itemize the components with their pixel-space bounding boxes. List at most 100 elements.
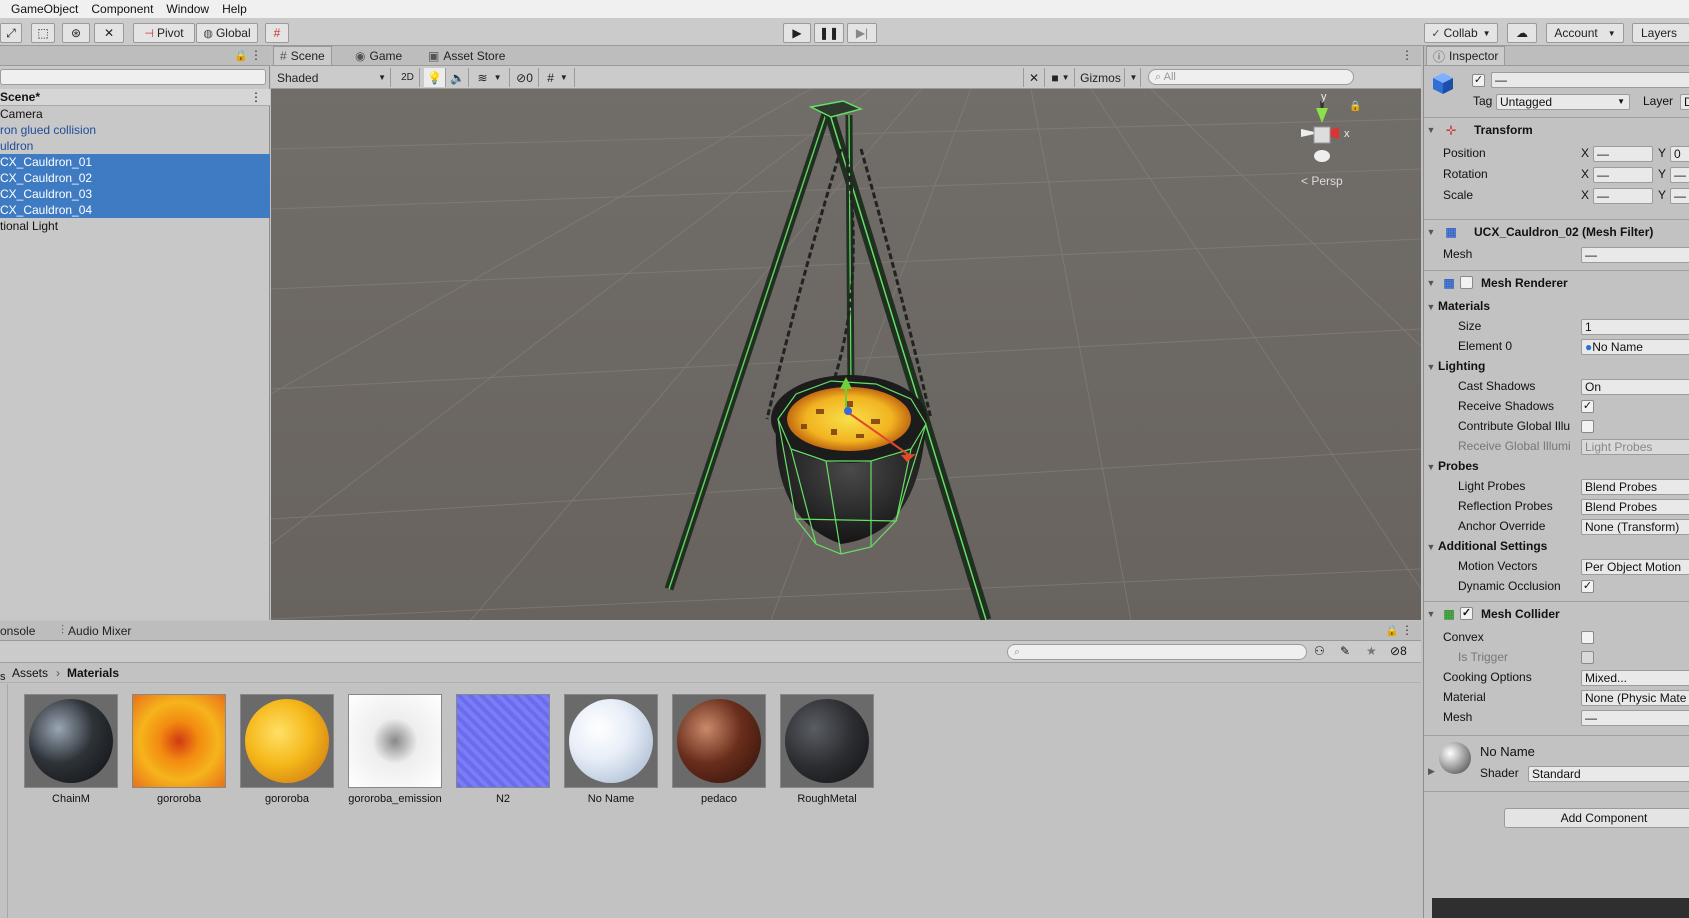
transform-x-field[interactable]: — [1593,188,1653,204]
filter-label-icon[interactable]: ✎ [1340,644,1350,658]
lighting-foldout[interactable]: ▼ Lighting [1424,357,1689,376]
step-button[interactable]: ▶| [847,23,877,43]
scene-menu-icon[interactable]: ⋮ [250,89,262,106]
cast-shadows-dropdown[interactable]: On [1581,379,1689,395]
element0-field[interactable]: ●No Name [1581,339,1689,355]
scene-search-input[interactable]: ⌕ All [1148,69,1354,85]
gizmos-dropdown[interactable]: Gizmos [1077,68,1125,87]
2d-toggle[interactable]: 2D [396,68,420,87]
transform-x-field[interactable]: — [1593,167,1653,183]
asset-item[interactable]: N2 [455,694,551,805]
custom-tool-button[interactable]: ✕ [94,23,124,43]
transform-y-field[interactable]: — [1670,167,1689,183]
transform-x-field[interactable]: — [1593,146,1653,162]
dynamic-occlusion-checkbox[interactable]: ✓ [1581,580,1594,593]
hierarchy-item[interactable]: Camera [0,106,270,122]
receive-shadows-checkbox[interactable]: ✓ [1581,400,1594,413]
tab-inspector[interactable]: ⓘ Inspector [1426,46,1506,65]
breadcrumb-assets[interactable]: Assets [12,666,48,680]
tab-console[interactable]: onsole [0,621,41,640]
collab-dropdown[interactable]: ✓ Collab ▼ [1424,23,1498,43]
cooking-options-dropdown[interactable]: Mixed... [1581,670,1689,686]
gizmos-arrow-button[interactable]: ▼ [1127,68,1141,87]
anchor-override-field[interactable]: None (Transform) [1581,519,1689,535]
transform-y-field[interactable]: 0 [1670,146,1689,162]
hierarchy-item[interactable]: tional Light [0,218,270,234]
panel-menu-icon[interactable]: ⋮ [250,48,262,62]
light-probes-dropdown[interactable]: Blend Probes [1581,479,1689,495]
additional-settings-foldout[interactable]: ▼ Additional Settings [1424,537,1689,556]
hierarchy-search-input[interactable] [0,69,266,85]
shader-dropdown[interactable]: Standard [1528,766,1689,782]
hierarchy-item[interactable]: CX_Cauldron_03 [0,186,270,202]
asset-item[interactable]: gororoba_emission [347,694,443,805]
menu-gameobject[interactable]: GameObject [11,2,78,16]
panel-menu-icon[interactable]: ⋮ [1401,623,1413,637]
hidden-objects-toggle[interactable]: ⊘ 0 [511,68,539,87]
materials-foldout[interactable]: ▼ Materials [1424,297,1689,316]
probes-foldout[interactable]: ▼ Probes [1424,457,1689,476]
layer-dropdown[interactable]: D [1680,94,1689,110]
menu-component[interactable]: Component [91,2,153,16]
grid-dropdown[interactable]: # ▼ [541,68,575,87]
camera-dropdown[interactable]: ■ ▼ [1047,68,1075,87]
mesh-collider-enabled-checkbox[interactable]: ✓ [1460,607,1473,620]
asset-item[interactable]: No Name [563,694,659,805]
active-checkbox[interactable]: ✓ [1472,74,1485,87]
tab-scene[interactable]: # Scene [273,46,332,65]
persp-label[interactable]: < Persp [1301,174,1343,188]
hierarchy-item[interactable]: ron glued collision [0,122,270,138]
transform-y-field[interactable]: — [1670,188,1689,204]
layers-dropdown[interactable]: Layers [1632,23,1689,43]
asset-item[interactable]: ChainM [23,694,119,805]
materials-size-field[interactable]: 1 [1581,319,1689,335]
cloud-button[interactable]: ☁ [1507,23,1537,43]
project-search-input[interactable]: ⌕ [1007,644,1307,660]
scene-header[interactable]: Scene* ⋮ [0,89,270,106]
add-component-button[interactable]: Add Component [1504,808,1689,828]
hidden-packages-toggle[interactable]: ⊘8 [1390,644,1407,658]
effects-dropdown[interactable]: ≋ ▼ [470,68,510,87]
filter-type-icon[interactable]: ⚇ [1314,644,1325,658]
global-toggle[interactable]: ◍ Global [196,23,258,43]
object-name-field[interactable]: — [1491,72,1689,88]
tab-asset-store[interactable]: ▣ Asset Store [422,46,511,65]
menu-window[interactable]: Window [166,2,209,16]
menu-help[interactable]: Help [222,2,247,16]
scale-tool-button[interactable]: ⤢ [0,23,22,43]
contribute-gi-checkbox[interactable] [1581,420,1594,433]
pause-button[interactable]: ❚❚ [814,23,844,43]
favorite-star-icon[interactable]: ★ [1366,644,1377,658]
asset-item[interactable]: gororoba [131,694,227,805]
lighting-toggle[interactable]: 💡 [424,68,446,87]
play-button[interactable]: ▶ [783,23,811,43]
mesh-collider-header[interactable]: ▼ ▦ ✓ Mesh Collider [1424,601,1689,625]
audio-toggle[interactable]: 🔈 [447,68,469,87]
lock-icon[interactable]: 🔒 [1385,624,1399,637]
gizmo-lock-icon[interactable]: 🔒 [1349,100,1361,112]
breadcrumb-materials[interactable]: Materials [67,666,119,680]
lock-icon[interactable]: 🔒 [234,49,248,62]
grid-snap-button[interactable]: # [265,23,289,43]
convex-checkbox[interactable] [1581,631,1594,644]
gameobject-cube-icon[interactable] [1430,70,1456,96]
mesh-filter-header[interactable]: ▼ ▦ UCX_Cauldron_02 (Mesh Filter) [1424,219,1689,243]
tools-settings-button[interactable]: ✕ [1023,68,1045,87]
hierarchy-item[interactable]: CX_Cauldron_01 [0,154,270,170]
hierarchy-item[interactable]: uldron [0,138,270,154]
preview-bar[interactable] [1432,898,1689,918]
tag-dropdown[interactable]: Untagged ▼ [1496,94,1630,110]
asset-item[interactable]: RoughMetal [779,694,875,805]
mesh-filter-mesh-field[interactable]: — [1581,247,1689,263]
transform-header[interactable]: ▼ ⊹ Transform [1424,117,1689,141]
hierarchy-item[interactable]: CX_Cauldron_02 [0,170,270,186]
panel-menu-icon[interactable]: ⋮ [1401,48,1413,62]
scene-viewport[interactable]: y x 🔒 < Persp [271,89,1421,620]
rect-tool-button[interactable]: ⬚ [31,23,55,43]
asset-item[interactable]: gororoba [239,694,335,805]
expand-arrow-icon[interactable]: ▶ [1428,766,1435,777]
pivot-toggle[interactable]: ⊣ Pivot [133,23,195,43]
mesh-renderer-enabled-checkbox[interactable] [1460,276,1473,289]
transform-tool-button[interactable]: ⊛ [62,23,90,43]
reflection-probes-dropdown[interactable]: Blend Probes [1581,499,1689,515]
